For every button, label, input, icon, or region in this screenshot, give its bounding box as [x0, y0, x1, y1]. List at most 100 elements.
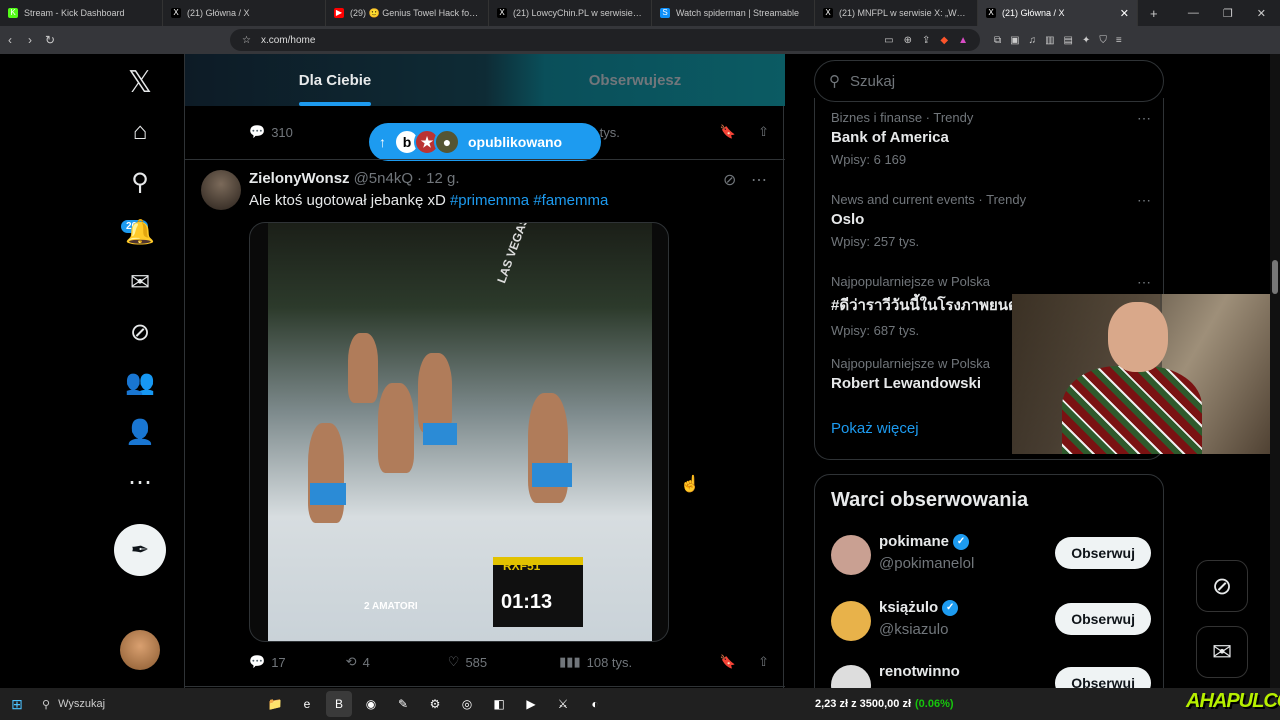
browser-tab[interactable]: X (21) MNFPL w serwisie X: „Wersow je — [815, 0, 978, 26]
suggested-account[interactable]: renotwinno Obserwuj — [831, 661, 1151, 688]
notifications-icon[interactable]: 🔔 — [116, 208, 164, 256]
reply-action[interactable]: 💬 17 — [249, 654, 286, 670]
show-more-link[interactable]: Pokaż więcej — [831, 420, 919, 437]
browser-tab[interactable]: X (21) LowcyChin.PL w serwisie X: „Na — [489, 0, 652, 26]
taskbar-app-icon[interactable]: ◐ — [582, 691, 608, 717]
grok-icon[interactable]: ⊘ — [116, 308, 164, 356]
browser-tab[interactable]: K Stream - Kick Dashboard — [0, 0, 163, 26]
account-name[interactable]: pokimane — [879, 533, 949, 550]
grok-float-button[interactable]: ⊘ — [1196, 560, 1248, 612]
start-button[interactable]: ⊞ — [0, 696, 34, 713]
author-handle[interactable]: @5n4kQ — [354, 170, 413, 187]
profile-icon[interactable]: 👤 — [116, 408, 164, 456]
restore-button[interactable]: ❐ — [1223, 7, 1233, 20]
browser-tab[interactable]: X (21) Główna / X ✕ — [978, 0, 1138, 26]
browser-tab[interactable]: ▶ (29) 🙂 Genius Towel Hack for Perfe — [326, 0, 489, 26]
views-action[interactable]: ▮▮▮ 108 tys. — [559, 654, 632, 670]
search-input[interactable]: Szukaj — [850, 73, 895, 90]
follow-button[interactable]: Obserwuj — [1055, 667, 1151, 688]
account-avatar[interactable] — [831, 665, 871, 688]
like-action[interactable]: ♡ 585 — [448, 654, 487, 670]
taskbar-app-icon[interactable]: B — [326, 691, 352, 717]
new-posts-pill[interactable]: ↑ b ★ ● opublikowano — [369, 123, 601, 161]
repost-action[interactable]: ⟲ 4 — [346, 654, 370, 670]
sidebar-icon[interactable]: ▥ — [1045, 35, 1054, 46]
trend-more-icon[interactable]: ⋯ — [1137, 110, 1151, 127]
extensions-icon[interactable]: ⧉ — [994, 35, 1001, 46]
taskbar-app-icon[interactable]: e — [294, 691, 320, 717]
tweet-time[interactable]: · 12 g. — [417, 170, 460, 187]
taskbar-app-icon[interactable]: ✎ — [390, 691, 416, 717]
bookmark-post-icon[interactable]: 🔖 — [720, 654, 736, 670]
browser-tab[interactable]: S Watch spiderman | Streamable — [652, 0, 815, 26]
close-tab-icon[interactable]: ✕ — [1120, 7, 1129, 20]
x-logo-icon[interactable]: 𝕏 — [116, 58, 164, 106]
trend-more-icon[interactable]: ⋯ — [1137, 274, 1151, 291]
post-button[interactable]: ✒ — [114, 524, 166, 576]
taskbar-app-icon[interactable]: ◎ — [454, 691, 480, 717]
share-icon[interactable]: ⇪ — [922, 35, 930, 46]
tab-for-you[interactable]: Dla Ciebie — [185, 54, 485, 106]
close-window-button[interactable]: ✕ — [1257, 7, 1266, 20]
minimize-button[interactable]: — — [1188, 7, 1199, 20]
hashtag-link[interactable]: #primemma — [450, 192, 529, 209]
trend-more-icon[interactable]: ⋯ — [1137, 192, 1151, 209]
author-name[interactable]: ZielonyWonsz — [249, 170, 350, 187]
home-icon[interactable]: ⌂ — [116, 108, 164, 156]
cast-icon[interactable]: ▭ — [884, 35, 893, 46]
follow-button[interactable]: Obserwuj — [1055, 537, 1151, 569]
media-icon[interactable]: ♫ — [1029, 35, 1037, 46]
taskbar-app-icon[interactable]: ▶ — [518, 691, 544, 717]
author-avatar[interactable] — [201, 170, 241, 210]
suggested-account[interactable]: książulo ✓ @ksiazulo Obserwuj — [831, 597, 1151, 645]
account-avatar[interactable] — [120, 630, 160, 670]
reload-button[interactable]: ↻ — [40, 33, 60, 47]
communities-icon[interactable]: 👥 — [116, 358, 164, 406]
brave-rewards-icon[interactable]: ▲ — [958, 35, 968, 46]
taskbar-app-icon[interactable]: ⚙ — [422, 691, 448, 717]
brave-shield-icon[interactable]: ◆ — [940, 35, 948, 46]
browser-tab[interactable]: X (21) Główna / X — [163, 0, 326, 26]
search-box[interactable]: ⚲ Szukaj — [814, 60, 1164, 102]
messages-icon[interactable]: ✉ — [116, 258, 164, 306]
menu-icon[interactable]: ≡ — [1116, 35, 1122, 46]
new-tab-button[interactable]: + — [1138, 6, 1158, 21]
reply-action[interactable]: 💬 310 — [249, 124, 293, 140]
bookmark-icon[interactable]: ☆ — [242, 35, 251, 46]
address-bar[interactable]: ☆ x.com/home ▭ ⊕ ⇪ ◆ ▲ — [230, 29, 980, 51]
messages-float-button[interactable]: ✉ — [1196, 626, 1248, 678]
tweet-video[interactable]: LAS VEGAS RXF51 01:13 2 AMATORI — [249, 222, 669, 642]
share-post-icon[interactable]: ⇧ — [758, 654, 769, 670]
page-scrollbar[interactable] — [1270, 54, 1280, 688]
account-avatar[interactable] — [831, 601, 871, 641]
wallet-icon[interactable]: ▤ — [1064, 35, 1073, 46]
share-post-icon[interactable]: ⇧ — [758, 124, 769, 140]
follow-button[interactable]: Obserwuj — [1055, 603, 1151, 635]
tab-following[interactable]: Obserwujesz — [485, 54, 785, 106]
account-name[interactable]: renotwinno — [879, 663, 960, 680]
account-avatar[interactable] — [831, 535, 871, 575]
scrollbar-thumb[interactable] — [1272, 260, 1278, 294]
suggested-account[interactable]: pokimane ✓ @pokimanelol Obserwuj — [831, 531, 1151, 579]
taskbar-app-icon[interactable]: ◧ — [486, 691, 512, 717]
video-frame[interactable]: LAS VEGAS RXF51 01:13 2 AMATORI — [268, 223, 652, 641]
hashtag-link[interactable]: #famemma — [533, 192, 608, 209]
zoom-icon[interactable]: ⊕ — [904, 35, 912, 46]
grok-explain-icon[interactable]: ⊘ — [723, 170, 736, 190]
bookmark-post-icon[interactable]: 🔖 — [720, 124, 736, 140]
leo-icon[interactable]: ✦ — [1082, 35, 1090, 46]
taskbar-app-icon[interactable]: ◉ — [358, 691, 384, 717]
forward-button[interactable]: › — [20, 33, 40, 47]
trend-item[interactable]: Biznes i finanse · Trendy Bank of America… — [831, 110, 1151, 167]
search-icon[interactable]: ⚲ — [116, 158, 164, 206]
back-button[interactable]: ‹ — [0, 33, 20, 47]
trend-item[interactable]: News and current events · Trendy Oslo Wpis… — [831, 192, 1151, 249]
taskbar-search[interactable]: ⚲ Wyszukaj — [34, 691, 224, 717]
vpn-icon[interactable]: ⛉ — [1099, 35, 1107, 46]
screenshot-icon[interactable]: ▣ — [1010, 35, 1019, 46]
tweet-more-icon[interactable]: ⋯ — [751, 170, 767, 190]
account-name[interactable]: książulo — [879, 599, 938, 616]
more-icon[interactable]: ⋯ — [116, 458, 164, 506]
taskbar-app-icon[interactable]: ⚔ — [550, 691, 576, 717]
taskbar-app-icon[interactable]: 📁 — [262, 691, 288, 717]
